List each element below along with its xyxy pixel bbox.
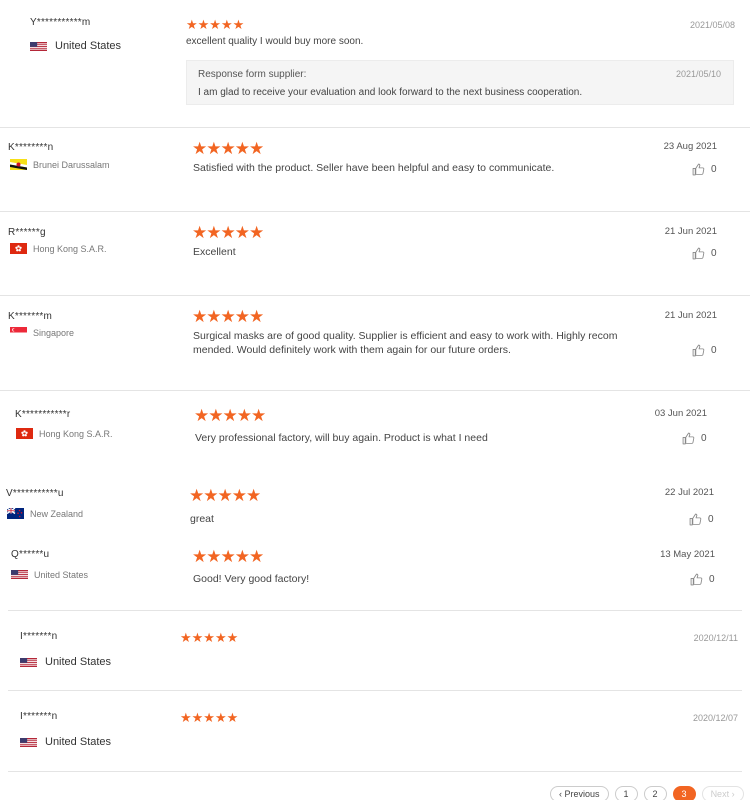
reviewer-name: V***********u [6,488,64,499]
star-rating: ★★★★★ [186,17,245,32]
review-date: 22 Jul 2021 [664,487,714,498]
divider [8,610,742,611]
review-date: 03 Jun 2021 [654,408,707,419]
country-label: United States [55,40,122,52]
star-rating: ★★★★★ [192,223,264,242]
like-button[interactable]: 0 [692,247,717,260]
divider [8,690,742,691]
review-date: 2020/12/07 [692,713,738,723]
review-text: Very professional factory, will buy agai… [195,432,488,444]
thumbs-up-icon [690,573,703,586]
like-button[interactable]: 0 [689,513,714,526]
reviewer-country: United States [20,656,111,668]
thumbs-up-icon [692,344,705,357]
review-text-line: mended. Would definitely work with them … [193,343,511,356]
like-button[interactable]: 0 [692,163,717,176]
divider [0,127,750,128]
country-label: Singapore [33,327,75,338]
thumbs-up-icon [682,432,695,445]
country-label: New Zealand [30,508,84,519]
reviewer-country: Hong Kong S.A.R. [16,428,113,439]
reviewer-name: Y***********m [30,17,91,28]
like-count: 0 [708,514,714,525]
country-label: United States [45,656,112,668]
star-rating: ★★★★★ [180,630,239,645]
response-label: Response form supplier: [198,69,307,80]
country-label: Brunei Darussalam [33,159,110,170]
response-text: I am glad to receive your evaluation and… [198,87,583,98]
star-rating: ★★★★★ [192,547,264,566]
thumbs-up-icon [692,247,705,260]
review-text-line: Surgical masks are of good quality. Supp… [193,330,618,342]
singapore-flag-icon [10,327,27,338]
divider [0,390,750,391]
review-date: 23 Aug 2021 [663,141,717,152]
next-page-button[interactable]: Next › [701,786,744,800]
divider [0,211,750,212]
reviewer-country: United States [11,569,88,580]
reviewer-name: I*******n [20,631,58,642]
thumbs-up-icon [692,163,705,176]
divider [0,295,750,296]
country-label: United States [34,569,89,580]
review-date: 2020/12/11 [693,633,738,643]
reviewer-name: I*******n [20,711,58,722]
review-text: great [190,513,214,525]
divider [8,771,742,772]
reviewer-country: Singapore [10,327,74,338]
us-flag-icon [20,737,37,748]
reviewer-name: K***********r [15,409,71,420]
us-flag-icon [11,569,28,580]
like-count: 0 [711,164,717,175]
star-rating: ★★★★★ [194,406,266,425]
review-text: Excellent [193,246,236,258]
review-text: excellent quality I would buy more soon. [186,36,364,47]
review-date: 21 Jun 2021 [664,226,717,237]
review-text: Good! Very good factory! [193,573,310,585]
country-label: Hong Kong S.A.R. [33,243,107,254]
thumbs-up-icon [689,513,702,526]
like-button[interactable]: 0 [682,432,707,445]
country-label: United States [45,736,112,748]
star-rating: ★★★★★ [192,307,264,326]
reviewer-name: K********n [8,142,54,153]
reviewer-name: K*******m [8,311,53,322]
reviewer-name: R******g [8,227,46,238]
previous-page-button[interactable]: ‹ Previous [550,786,609,800]
country-label: Hong Kong S.A.R. [39,428,113,439]
like-count: 0 [711,345,717,356]
supplier-response: Response form supplier: 2021/05/10 I am … [186,60,734,105]
review-text: Surgical masks are of good quality. Supp… [193,330,653,357]
reviewer-country: Hong Kong S.A.R. [10,243,107,254]
reviewer-country: New Zealand [7,508,83,519]
like-count: 0 [701,433,707,444]
reviewer-country: Brunei Darussalam [10,159,110,170]
hong-kong-flag-icon [10,243,27,254]
like-button[interactable]: 0 [690,573,715,586]
review-text: Satisfied with the product. Seller have … [193,162,555,174]
pagination: ‹ Previous 1 2 3 Next › [550,786,744,800]
page-2-button[interactable]: 2 [643,786,667,800]
like-button[interactable]: 0 [692,344,717,357]
page-1-button[interactable]: 1 [614,786,638,800]
reviewer-country: United States [20,736,111,748]
star-rating: ★★★★★ [180,710,239,725]
page-3-button[interactable]: 3 [672,786,696,800]
hong-kong-flag-icon [16,428,33,439]
like-count: 0 [709,574,715,585]
response-date: 2021/05/10 [675,69,721,79]
like-count: 0 [711,248,717,259]
review-date: 21 Jun 2021 [664,310,717,321]
brunei-flag-icon [10,159,27,170]
new-zealand-flag-icon [7,508,24,519]
us-flag-icon [30,41,47,52]
star-rating: ★★★★★ [189,486,261,505]
review-date: 2021/05/08 [689,20,735,30]
review-date: 13 May 2021 [660,549,715,560]
reviewer-name: Q******u [11,549,50,560]
us-flag-icon [20,657,37,668]
reviewer-country: United States [30,40,121,52]
star-rating: ★★★★★ [192,139,264,158]
